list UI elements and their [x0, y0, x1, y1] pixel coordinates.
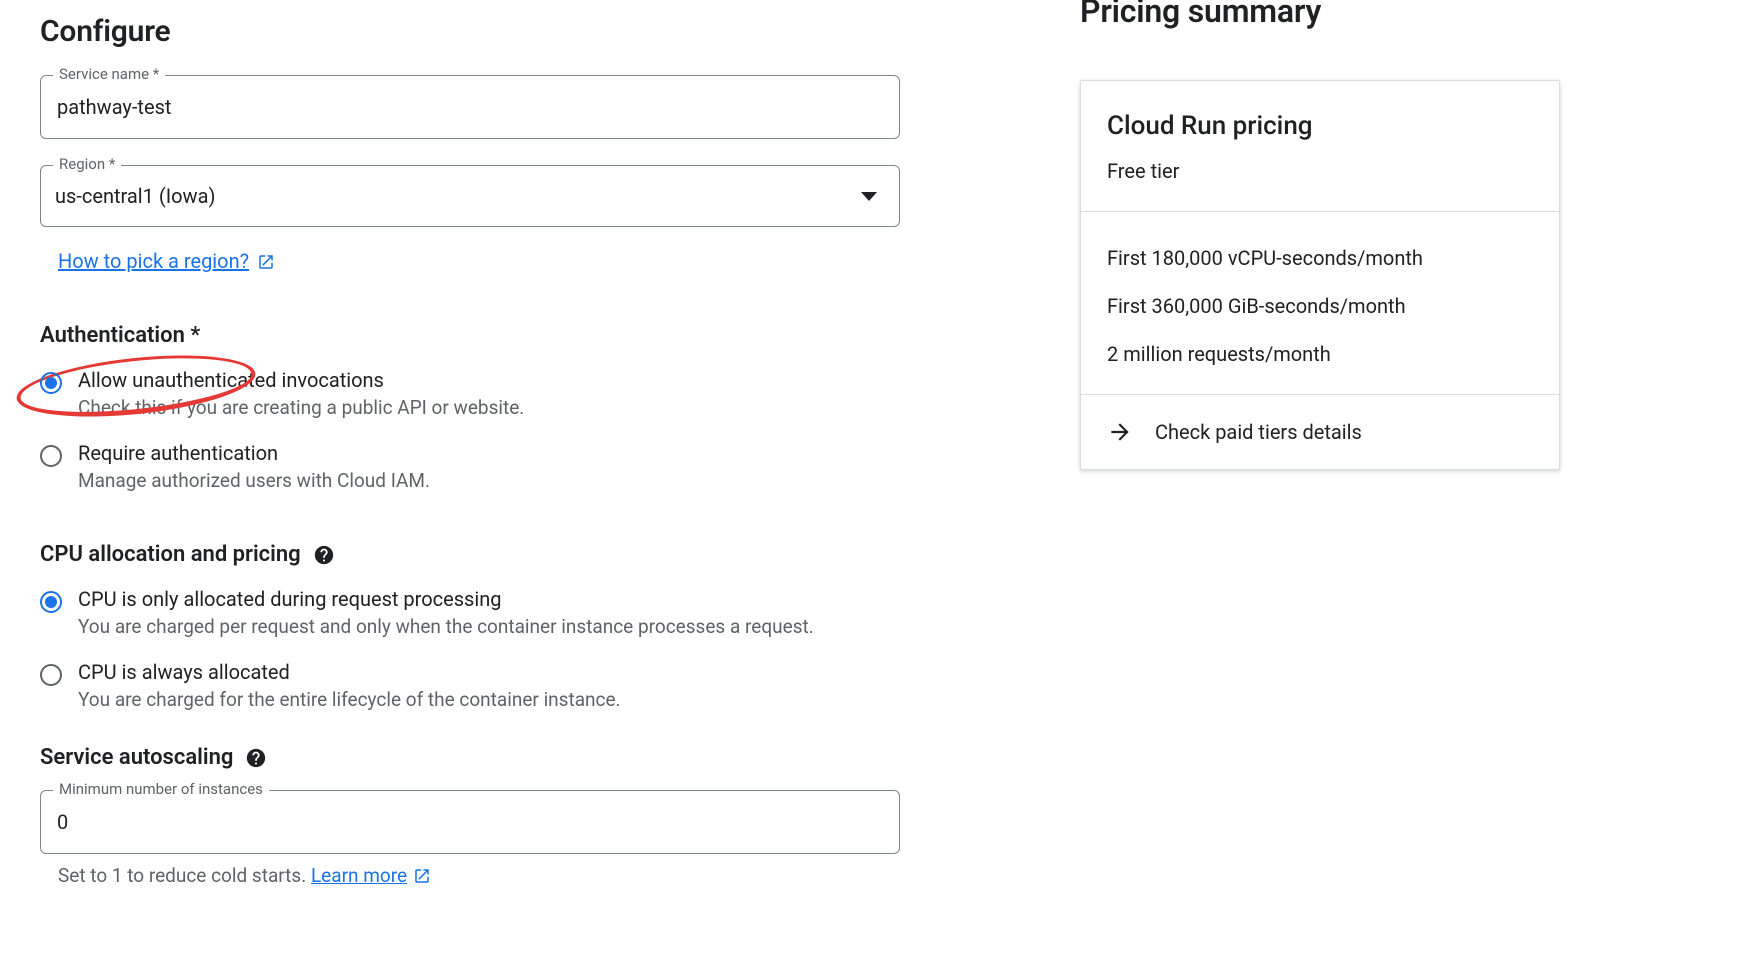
pricing-summary-heading: Pricing summary — [1080, 0, 1560, 30]
service-name-label: Service name * — [53, 65, 165, 83]
radio-checked-icon[interactable] — [40, 372, 62, 394]
pricing-line: First 180,000 vCPU-seconds/month — [1107, 246, 1533, 270]
region-select[interactable]: Region * us-central1 (Iowa) — [40, 165, 900, 227]
auth-require-desc: Manage authorized users with Cloud IAM. — [78, 469, 430, 492]
help-icon[interactable] — [245, 747, 267, 769]
help-icon[interactable] — [313, 544, 335, 566]
cpu-always-label: CPU is always allocated — [78, 660, 621, 684]
region-value: us-central1 (Iowa) — [55, 184, 215, 208]
auth-require-label: Require authentication — [78, 441, 430, 465]
region-label: Region * — [53, 155, 121, 173]
auth-allow-label: Allow unauthenticated invocations — [78, 368, 524, 392]
service-name-input[interactable] — [55, 94, 885, 120]
min-instances-input[interactable] — [55, 809, 885, 835]
region-help-link[interactable]: How to pick a region? — [58, 249, 275, 273]
service-name-field[interactable]: Service name * — [40, 75, 900, 139]
cpu-always-desc: You are charged for the entire lifecycle… — [78, 688, 621, 711]
min-instances-label: Minimum number of instances — [53, 780, 269, 798]
external-link-icon — [257, 252, 275, 270]
cpu-option-request-only[interactable]: CPU is only allocated during request pro… — [40, 587, 900, 638]
check-paid-tiers-link[interactable]: Check paid tiers details — [1107, 419, 1533, 445]
radio-unchecked-icon[interactable] — [40, 445, 62, 467]
pricing-card-title: Cloud Run pricing — [1107, 111, 1533, 141]
authentication-heading: Authentication * — [40, 323, 900, 348]
autoscaling-heading: Service autoscaling — [40, 745, 900, 770]
pricing-line: 2 million requests/month — [1107, 342, 1533, 366]
cpu-request-label: CPU is only allocated during request pro… — [78, 587, 814, 611]
min-instances-helper: Set to 1 to reduce cold starts. Learn mo… — [58, 864, 900, 887]
radio-checked-icon[interactable] — [40, 591, 62, 613]
learn-more-link[interactable]: Learn more — [311, 864, 431, 887]
region-help-text: How to pick a region? — [58, 249, 249, 273]
cpu-request-desc: You are charged per request and only whe… — [78, 615, 814, 638]
external-link-icon — [413, 867, 431, 885]
pricing-free-tier-label: Free tier — [1107, 159, 1533, 183]
auth-allow-desc: Check this if you are creating a public … — [78, 396, 524, 419]
auth-option-allow-unauthenticated[interactable]: Allow unauthenticated invocations Check … — [40, 368, 900, 419]
radio-unchecked-icon[interactable] — [40, 664, 62, 686]
cpu-allocation-heading: CPU allocation and pricing — [40, 542, 900, 567]
check-paid-tiers-label: Check paid tiers details — [1155, 420, 1362, 444]
auth-option-require-authentication[interactable]: Require authentication Manage authorized… — [40, 441, 900, 492]
cpu-option-always[interactable]: CPU is always allocated You are charged … — [40, 660, 900, 711]
configure-heading: Configure — [40, 14, 900, 49]
arrow-right-icon — [1107, 419, 1133, 445]
min-instances-field[interactable]: Minimum number of instances — [40, 790, 900, 854]
chevron-down-icon — [861, 192, 877, 201]
pricing-card: Cloud Run pricing Free tier First 180,00… — [1080, 80, 1560, 470]
pricing-line: First 360,000 GiB-seconds/month — [1107, 294, 1533, 318]
